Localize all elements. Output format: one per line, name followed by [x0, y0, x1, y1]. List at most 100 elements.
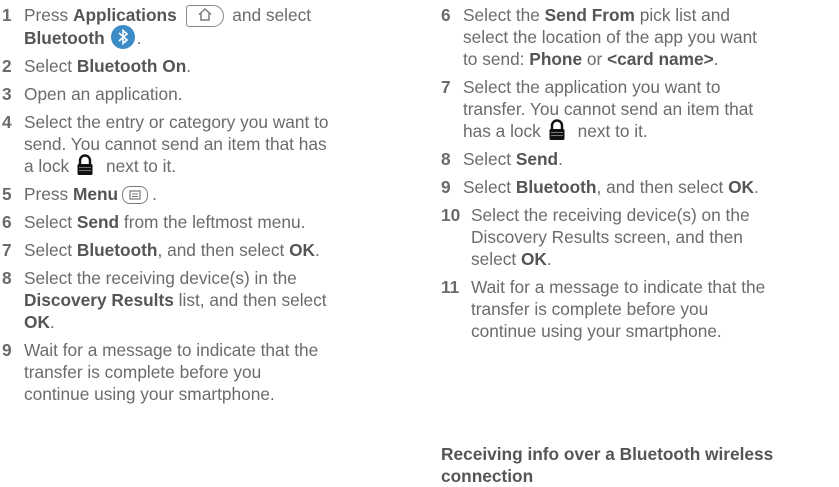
step-text: continue using your smartphone.: [471, 321, 722, 341]
step-text: select: [471, 249, 521, 269]
bluetooth-icon: [110, 24, 135, 49]
step-number: 8: [2, 268, 12, 289]
step-text: Discovery Results screen, and then: [471, 227, 743, 247]
step-text: .: [546, 249, 552, 269]
step-text: from the leftmost menu.: [119, 212, 306, 233]
step-bold: Bluetooth: [76, 240, 158, 261]
step-bold: Send: [515, 149, 559, 169]
right-column: 6 Select the Send From pick list and sel…: [441, 4, 837, 348]
step-text: Select the application you want to: [463, 77, 721, 97]
step-text: has a lock: [463, 121, 541, 141]
step-text: .: [136, 28, 142, 49]
step-text: .: [186, 56, 192, 77]
step-bold: Bluetooth: [515, 177, 597, 197]
applications-key-icon: [185, 5, 224, 28]
left-step-8: 8 Select the receiving device(s) in the …: [2, 267, 330, 333]
step-number: 9: [2, 340, 12, 361]
step-text: .: [558, 149, 563, 169]
step-text: and select: [227, 5, 312, 25]
step-text: Press: [24, 184, 73, 205]
step-text: send. You cannot send an item that has: [24, 134, 327, 155]
step-bold: OK: [289, 240, 316, 261]
right-step-9: 9 Select Bluetooth, and then select OK.: [441, 176, 837, 198]
step-text: a lock: [24, 156, 70, 177]
step-text: select the location of the app you want: [463, 27, 757, 47]
step-number: 3: [2, 84, 12, 105]
step-number: 11: [441, 277, 460, 297]
section-heading-line: Receiving info over a Bluetooth wireless: [441, 444, 774, 464]
section-heading: Receiving info over a Bluetooth wireless…: [441, 443, 773, 487]
left-step-7: 7 Select Bluetooth, and then select OK.: [2, 239, 330, 261]
step-text: next to it.: [101, 156, 177, 177]
step-text: or: [582, 49, 608, 69]
step-number: 8: [441, 149, 451, 169]
right-step-6: 6 Select the Send From pick list and sel…: [441, 4, 837, 70]
left-column: 1 Press Applications and select Bluetoot…: [2, 4, 330, 411]
step-bold: <card name>: [607, 49, 714, 69]
step-text: .: [49, 312, 55, 333]
step-number: 2: [2, 56, 12, 77]
step-bold: Discovery Results: [24, 290, 174, 311]
left-step-3: 3 Open an application.: [2, 83, 330, 105]
step-bold: Send From: [544, 5, 635, 25]
step-text: , and then select: [157, 240, 290, 261]
step-text: transfer is complete before you: [471, 299, 709, 319]
step-text: transfer is complete before you: [24, 362, 262, 383]
step-text: Wait for a message to indicate that the: [24, 340, 319, 361]
step-text: Select: [24, 212, 77, 233]
step-bold: OK: [520, 249, 547, 269]
step-text: to send:: [463, 49, 530, 69]
step-number: 1: [2, 5, 12, 25]
step-text: , and then select: [596, 177, 729, 197]
section-heading-line: connection: [441, 466, 534, 486]
step-number: 9: [441, 177, 451, 197]
step-bold: Send: [76, 212, 120, 233]
step-bold: OK: [24, 312, 50, 333]
step-number: 10: [441, 205, 461, 225]
left-step-5: 5 Press Menu .: [2, 183, 330, 205]
right-step-7: 7 Select the application you want to tra…: [441, 76, 837, 142]
step-text: Select: [24, 56, 77, 77]
right-step-11: 11 Wait for a message to indicate that t…: [441, 276, 837, 342]
right-step-8: 8 Select Send.: [441, 148, 837, 170]
step-bold: Bluetooth: [24, 28, 105, 49]
step-bold: OK: [728, 177, 755, 197]
step-text: Select the receiving device(s) on the: [471, 205, 750, 225]
step-text: Press: [24, 5, 73, 25]
step-text: next to it.: [572, 121, 648, 141]
step-text: continue using your smartphone.: [24, 384, 275, 405]
left-step-1: 1 Press Applications and select Bluetoot…: [2, 4, 330, 49]
menu-key-icon: [122, 185, 149, 204]
step-text: .: [315, 240, 320, 261]
step-text: .: [754, 177, 759, 197]
step-text: list, and then select: [173, 290, 327, 311]
step-bold: Bluetooth On: [76, 56, 187, 77]
step-text: pick list and: [634, 5, 731, 25]
step-number: 7: [2, 240, 12, 261]
left-step-9: 9 Wait for a message to indicate that th…: [2, 339, 330, 405]
step-text: Select the entry or category you want to: [24, 112, 329, 133]
step-number: 5: [2, 184, 12, 205]
step-number: 4: [2, 112, 12, 133]
left-step-2: 2 Select Bluetooth On.: [2, 55, 330, 77]
step-number: 7: [441, 77, 451, 97]
step-text: Select the receiving device(s) in the: [24, 268, 297, 289]
step-text: Select: [463, 149, 516, 169]
step-text: .: [713, 49, 719, 69]
lock-icon: [75, 154, 95, 176]
step-text: Select the: [463, 5, 545, 25]
step-text: .: [152, 184, 157, 205]
lock-icon: [547, 119, 567, 141]
step-bold: Applications: [72, 5, 177, 25]
step-text: Wait for a message to indicate that the: [471, 277, 766, 297]
step-number: 6: [2, 212, 12, 233]
left-step-4: 4 Select the entry or category you want …: [2, 111, 330, 177]
left-step-6: 6 Select Send from the leftmost menu.: [2, 211, 330, 233]
step-bold: Phone: [529, 49, 583, 69]
step-text: transfer. You cannot send an item that: [463, 99, 754, 119]
step-bold: Menu: [72, 184, 119, 205]
step-text: Select: [24, 240, 77, 261]
right-step-10: 10 Select the receiving device(s) on the…: [441, 204, 837, 270]
step-text: Open an application.: [24, 84, 183, 105]
step-text: Select: [463, 177, 516, 197]
